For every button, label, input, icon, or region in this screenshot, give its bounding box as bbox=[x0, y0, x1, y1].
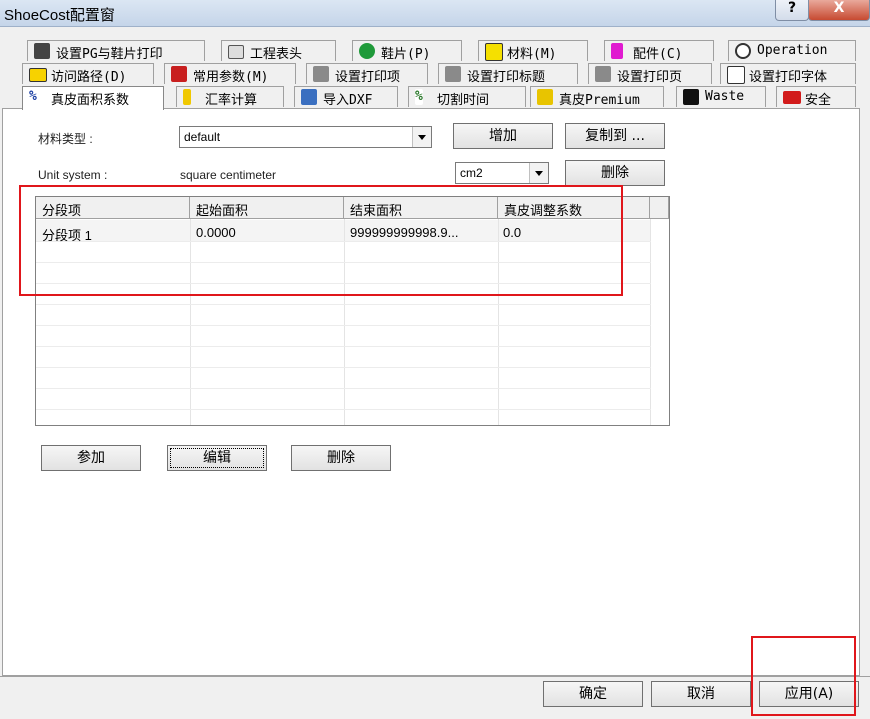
tab-print-pg[interactable]: 设置PG与鞋片打印 bbox=[27, 40, 205, 62]
add-segment-button[interactable]: 参加 bbox=[41, 445, 141, 471]
tab-label: 工程表头 bbox=[250, 47, 303, 62]
tab-common-params[interactable]: 常用参数(M) bbox=[164, 63, 296, 85]
close-icon: X bbox=[833, 0, 845, 16]
tab-label: 设置打印项 bbox=[335, 70, 401, 85]
leather-icon bbox=[537, 89, 553, 105]
font-ab-icon bbox=[727, 66, 745, 84]
highlight-box-grid bbox=[19, 185, 623, 296]
tab-label: 配件(C) bbox=[633, 47, 683, 62]
tab-label: 鞋片(P) bbox=[381, 47, 431, 62]
delete-segment-button[interactable]: 删除 bbox=[291, 445, 391, 471]
ok-button[interactable]: 确定 bbox=[543, 681, 643, 707]
tab-exchange-rate[interactable]: 汇率计算 bbox=[176, 86, 284, 108]
tab-pieces[interactable]: 鞋片(P) bbox=[352, 40, 462, 62]
tab-material[interactable]: 材料(M) bbox=[478, 40, 588, 62]
currency-icon bbox=[183, 89, 191, 105]
printer-icon bbox=[595, 66, 611, 82]
dxf-icon bbox=[301, 89, 317, 105]
parameters-icon bbox=[171, 66, 187, 82]
tab-security[interactable]: 安全 bbox=[776, 86, 856, 108]
grid-line bbox=[36, 346, 651, 347]
tab-access-path[interactable]: 访问路径(D) bbox=[22, 63, 154, 85]
material-icon bbox=[485, 43, 503, 61]
grid-line bbox=[36, 388, 651, 389]
highlight-box-apply bbox=[751, 636, 856, 716]
tab-label: 材料(M) bbox=[507, 47, 557, 62]
help-button[interactable]: ? bbox=[775, 0, 809, 21]
tab-label: Operation bbox=[757, 43, 828, 58]
refresh-piece-icon bbox=[359, 43, 375, 59]
folder-icon bbox=[29, 68, 47, 82]
delete-material-button[interactable]: 删除 bbox=[565, 160, 665, 186]
close-button[interactable]: X bbox=[808, 0, 870, 21]
tab-row-3: % 真皮面积系数 汇率计算 导入DXF % 切割时间 真皮Premium Was… bbox=[0, 86, 870, 110]
grid-line bbox=[36, 409, 651, 410]
clock-icon bbox=[735, 43, 751, 59]
tab-label: 真皮Premium bbox=[559, 93, 640, 108]
tab-label: 访问路径(D) bbox=[51, 70, 127, 85]
tab-label: Waste bbox=[705, 89, 745, 104]
security-cs-icon bbox=[783, 91, 801, 104]
percent-icon: % bbox=[29, 89, 37, 105]
printer-icon bbox=[445, 66, 461, 82]
shoecost-config-window: ShoeCost配置窗 ? X 设置PG与鞋片打印 工程表头 鞋片(P) 材料(… bbox=[0, 0, 870, 719]
waste-w-icon bbox=[683, 89, 699, 105]
tab-leather-premium[interactable]: 真皮Premium bbox=[530, 86, 664, 108]
tab-label: 安全 bbox=[805, 93, 832, 108]
help-icon: ? bbox=[787, 0, 797, 16]
material-type-select[interactable]: default bbox=[179, 126, 432, 148]
column-header-filler bbox=[650, 197, 669, 219]
tab-accessory[interactable]: 配件(C) bbox=[604, 40, 714, 62]
tab-import-dxf[interactable]: 导入DXF bbox=[294, 86, 398, 108]
grid-line bbox=[36, 325, 651, 326]
tab-label: 设置打印页 bbox=[617, 70, 683, 85]
tab-waste[interactable]: Waste bbox=[676, 86, 766, 107]
material-type-value: default bbox=[184, 130, 221, 144]
tab-label: 真皮面积系数 bbox=[51, 93, 130, 108]
cancel-button[interactable]: 取消 bbox=[651, 681, 751, 707]
tab-label: 常用参数(M) bbox=[193, 70, 269, 85]
grid-line bbox=[650, 219, 651, 425]
tab-label: 汇率计算 bbox=[205, 93, 258, 108]
tab-operation[interactable]: Operation bbox=[728, 40, 856, 61]
chevron-down-icon[interactable] bbox=[412, 127, 431, 147]
tab-row-2: 访问路径(D) 常用参数(M) 设置打印项 设置打印标题 设置打印页 设置打印字… bbox=[0, 63, 870, 85]
title-bar: ShoeCost配置窗 ? X bbox=[0, 0, 870, 27]
grid-line bbox=[36, 367, 651, 368]
copy-to-button[interactable]: 复制到 ... bbox=[565, 123, 665, 149]
unit-system-label: Unit system : bbox=[38, 168, 108, 182]
printer-icon bbox=[313, 66, 329, 82]
tab-print-page[interactable]: 设置打印页 bbox=[588, 63, 712, 85]
tab-project-header[interactable]: 工程表头 bbox=[221, 40, 336, 62]
divider bbox=[0, 676, 870, 677]
tab-print-title[interactable]: 设置打印标题 bbox=[438, 63, 578, 85]
grid-line bbox=[36, 304, 651, 305]
unit-value: cm2 bbox=[460, 166, 483, 180]
print-pg-icon bbox=[34, 43, 50, 59]
chevron-down-icon[interactable] bbox=[529, 163, 548, 183]
cut-percent-icon: % bbox=[415, 89, 423, 105]
tab-print-items[interactable]: 设置打印项 bbox=[306, 63, 428, 85]
unit-select[interactable]: cm2 bbox=[455, 162, 549, 184]
tab-label: 导入DXF bbox=[323, 93, 373, 108]
add-button[interactable]: 增加 bbox=[453, 123, 553, 149]
tab-label: 设置打印标题 bbox=[467, 70, 546, 85]
tab-label: 设置打印字体 bbox=[749, 70, 828, 85]
window-title: ShoeCost配置窗 bbox=[4, 7, 115, 24]
tab-cut-time[interactable]: % 切割时间 bbox=[408, 86, 526, 108]
accessory-icon bbox=[611, 43, 623, 59]
unit-system-text: square centimeter bbox=[180, 168, 277, 182]
tab-print-font[interactable]: 设置打印字体 bbox=[720, 63, 856, 85]
edit-segment-button[interactable]: 编辑 bbox=[167, 445, 267, 471]
table-header-icon bbox=[228, 45, 244, 59]
tab-label: 切割时间 bbox=[437, 93, 490, 108]
tab-label: 设置PG与鞋片打印 bbox=[56, 47, 163, 62]
material-type-label: 材料类型 : bbox=[38, 132, 93, 146]
tab-row-1: 设置PG与鞋片打印 工程表头 鞋片(P) 材料(M) 配件(C) Operati… bbox=[0, 40, 870, 62]
tab-leather-area-coefficient[interactable]: % 真皮面积系数 bbox=[22, 86, 164, 110]
